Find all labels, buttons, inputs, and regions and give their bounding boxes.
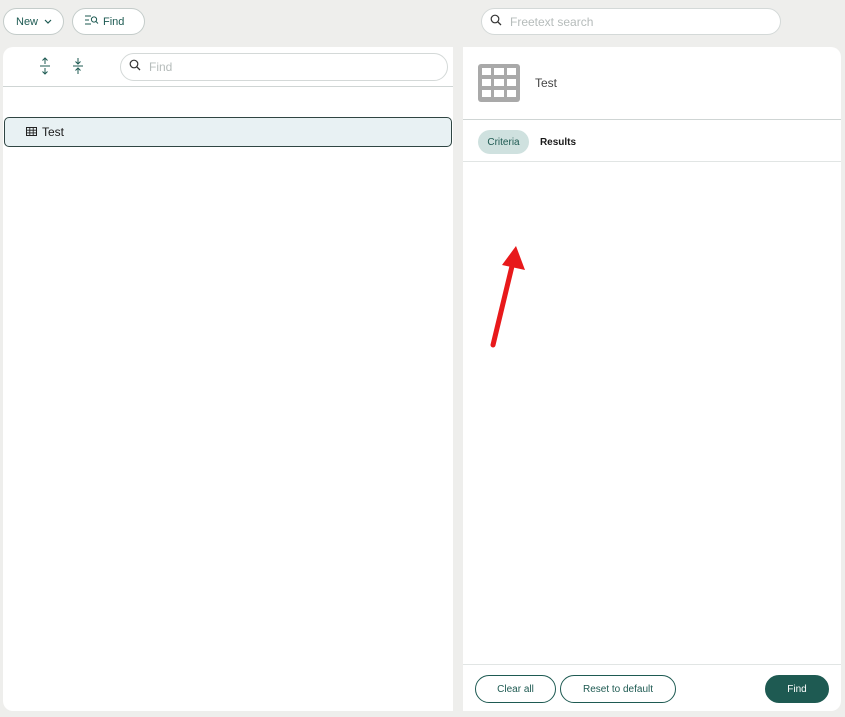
- find-toolbar-button[interactable]: Find: [72, 8, 145, 35]
- table-icon: [478, 64, 520, 107]
- new-button[interactable]: New: [3, 8, 64, 35]
- freetext-search-input[interactable]: [508, 13, 758, 30]
- tab-bar: Criteria Results: [463, 120, 841, 162]
- find-toolbar-label: Find: [103, 15, 125, 28]
- search-icon: [490, 13, 502, 31]
- tab-criteria[interactable]: Criteria: [478, 130, 529, 154]
- tree-item[interactable]: Test: [4, 117, 452, 147]
- detail-header: Test: [463, 47, 841, 120]
- find-button[interactable]: Find: [765, 675, 829, 703]
- right-panel: Test Criteria Results Clear all Reset to…: [463, 47, 841, 711]
- reset-to-default-button[interactable]: Reset to default: [560, 675, 676, 703]
- criteria-footer: Clear all Reset to default Find: [463, 664, 841, 711]
- tree-search[interactable]: [120, 53, 448, 81]
- tree-item-label: Test: [42, 125, 65, 139]
- tab-results[interactable]: Results: [535, 130, 581, 154]
- clear-all-button[interactable]: Clear all: [475, 675, 556, 703]
- tree-search-input[interactable]: [147, 59, 397, 75]
- freetext-search[interactable]: [481, 8, 781, 35]
- collapse-all-icon[interactable]: [69, 57, 87, 75]
- detail-title: Test: [535, 76, 558, 90]
- expand-all-icon[interactable]: [36, 57, 54, 75]
- search-icon: [129, 58, 141, 76]
- left-toolbar: [3, 47, 453, 87]
- chevron-down-icon: [44, 16, 52, 28]
- annotation-arrow-icon: [485, 240, 535, 357]
- filter-search-icon: [85, 15, 99, 28]
- new-button-label: New: [16, 15, 39, 28]
- left-panel: Test: [3, 47, 453, 711]
- table-icon: [26, 125, 37, 139]
